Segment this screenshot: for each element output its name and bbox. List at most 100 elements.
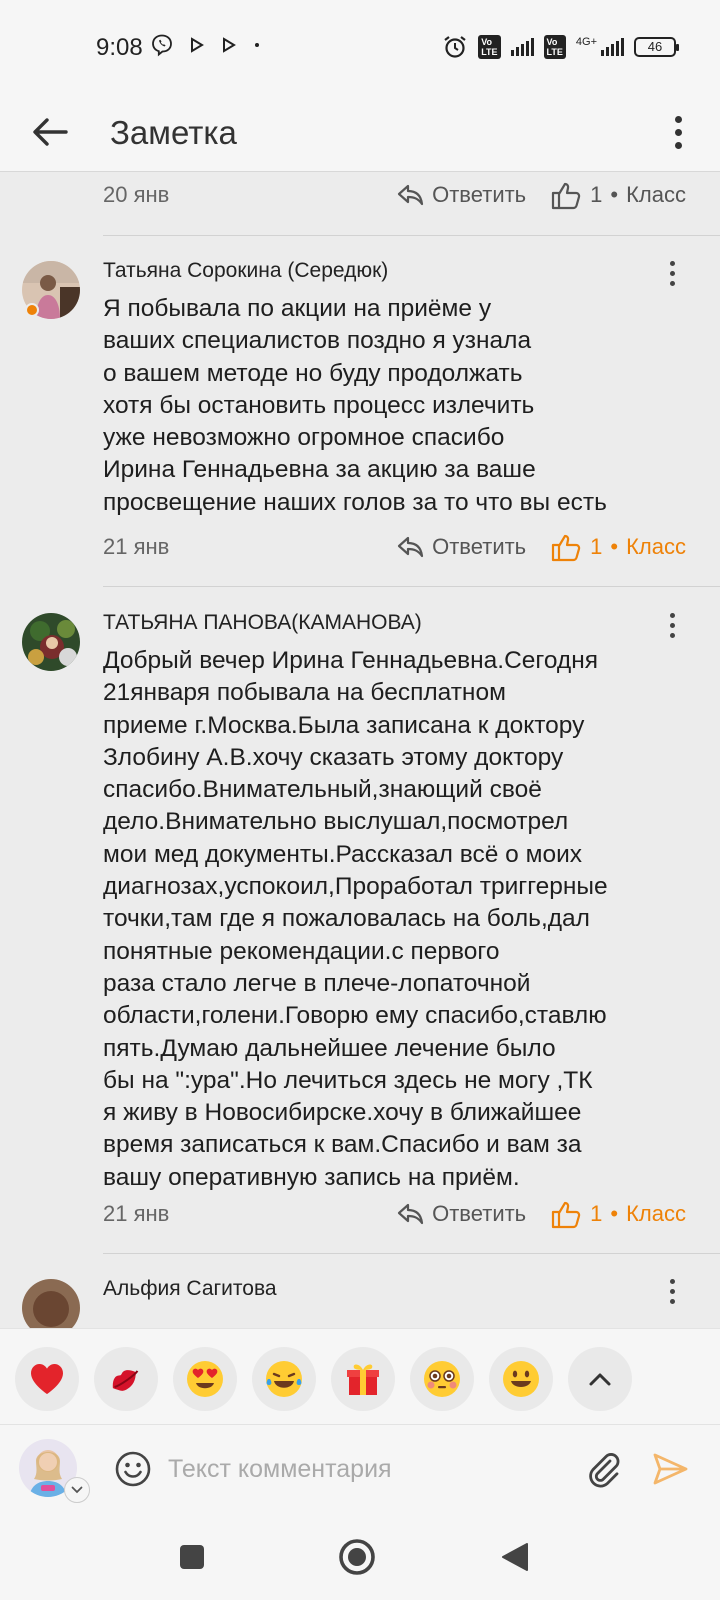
triangle-back-icon: [502, 1543, 528, 1571]
smiley-icon: [115, 1451, 151, 1487]
reaction-laugh-button[interactable]: [252, 1347, 316, 1411]
page-title: Заметка: [110, 114, 237, 151]
heart-icon: [31, 1364, 63, 1394]
reactions-bar: [0, 1328, 720, 1424]
klass-label: Класс: [626, 182, 686, 207]
comment-footer: 20 янв Ответить 1 • Класс: [103, 175, 686, 215]
reply-icon: [398, 184, 424, 206]
klass-count: 1: [590, 1201, 603, 1226]
comment-date: 21 янв: [103, 534, 170, 559]
comment-menu-button[interactable]: [662, 607, 682, 643]
reaction-heart-eyes-button[interactable]: [173, 1347, 237, 1411]
status-time: 9:08: [96, 34, 143, 61]
flushed-emoji-icon: [424, 1361, 460, 1397]
reaction-heart-button[interactable]: [15, 1347, 79, 1411]
status-bar: 9:08 Vo LTE Vo LTE 4G+ 46: [0, 0, 720, 92]
comment-date: 20 янв: [103, 182, 170, 207]
reply-label: Ответить: [432, 182, 527, 207]
send-button[interactable]: [650, 1449, 690, 1489]
viber-icon: [152, 34, 172, 57]
comment-text: Добрый вечер Ирина Геннадьевна.Сегодня 2…: [103, 647, 608, 1191]
network-type: 4G+: [575, 36, 597, 48]
send-icon: [653, 1453, 688, 1485]
battery-icon: 46: [634, 37, 679, 57]
klass-button[interactable]: 1 • Класс: [550, 532, 686, 562]
comment-author[interactable]: Татьяна Сорокина (Середюк): [103, 259, 388, 283]
back-button[interactable]: [24, 106, 76, 158]
comment-date: 21 янв: [103, 1201, 170, 1226]
thumbs-up-icon: [552, 534, 581, 562]
dot-icon: [255, 43, 259, 47]
klass-label: Класс: [626, 534, 686, 559]
smile-emoji-icon: [503, 1361, 539, 1397]
reaction-smile-button[interactable]: [489, 1347, 553, 1411]
paperclip-icon: [589, 1453, 620, 1488]
play-icon: [191, 37, 204, 53]
square-icon: [180, 1545, 204, 1569]
reply-label: Ответить: [432, 1201, 527, 1226]
avatar-image: [22, 1279, 80, 1328]
app-bar: Заметка: [0, 92, 720, 172]
avatar[interactable]: [22, 1279, 80, 1328]
more-vertical-icon: [669, 1278, 675, 1284]
heart-eyes-emoji-icon: [187, 1361, 223, 1397]
system-nav-bar: [0, 1514, 720, 1600]
divider: [103, 1253, 720, 1254]
chevron-down-icon: [71, 1486, 83, 1494]
alarm-icon: [444, 36, 466, 58]
comment-footer: 21 янв Ответить 1 • Класс: [103, 527, 686, 567]
avatar-image: [22, 613, 80, 671]
more-vertical-icon: [669, 260, 675, 266]
reactions-expand-button[interactable]: [568, 1347, 632, 1411]
signal-icon: [510, 38, 534, 56]
thumbs-up-icon: [552, 1201, 581, 1229]
comment-footer: 21 янв Ответить 1 • Класс: [103, 1194, 686, 1234]
attach-button[interactable]: [584, 1449, 624, 1489]
divider: [103, 235, 720, 236]
comment-menu-button[interactable]: [662, 255, 682, 291]
reaction-gift-button[interactable]: [331, 1347, 395, 1411]
avatar[interactable]: [22, 613, 80, 671]
online-indicator: [25, 303, 39, 317]
more-vertical-icon: [674, 115, 682, 123]
reaction-lips-button[interactable]: [94, 1347, 158, 1411]
klass-count: 1: [590, 182, 603, 207]
signal-icon: [601, 38, 624, 56]
circle-icon: [339, 1539, 375, 1575]
divider: [103, 586, 720, 587]
klass-count: 1: [590, 534, 603, 559]
recents-button[interactable]: [169, 1534, 215, 1580]
gift-icon: [347, 1364, 379, 1395]
system-icons: Vo LTE Vo LTE 4G+ 46: [442, 34, 679, 60]
reply-button[interactable]: Ответить: [396, 182, 526, 208]
chevron-up-icon: [589, 1373, 611, 1386]
notification-icons: [150, 33, 262, 57]
volte-icon: Vo LTE: [478, 35, 501, 59]
klass-button[interactable]: 1 • Класс: [550, 180, 686, 210]
volte-icon: Vo LTE: [543, 35, 566, 59]
account-switch-button[interactable]: [64, 1477, 90, 1503]
play-icon: [223, 37, 236, 53]
back-nav-button[interactable]: [492, 1534, 538, 1580]
lips-icon: [112, 1370, 139, 1391]
comments-feed[interactable]: 20 янв Ответить 1 • Класс Татьяна Сороки…: [0, 173, 720, 1328]
more-menu-button[interactable]: [666, 106, 690, 158]
home-button[interactable]: [334, 1534, 380, 1580]
tears-of-joy-emoji-icon: [266, 1361, 302, 1397]
comment-input[interactable]: [168, 1443, 558, 1495]
comment-menu-button[interactable]: [662, 1273, 682, 1309]
comment-composer: [0, 1424, 720, 1514]
reaction-flushed-button[interactable]: [410, 1347, 474, 1411]
comment-author[interactable]: Альфия Сагитова: [103, 1277, 277, 1301]
klass-label: Класс: [626, 1201, 686, 1226]
reply-button[interactable]: Ответить: [396, 1201, 526, 1227]
arrow-left-icon: [33, 118, 68, 146]
more-vertical-icon: [669, 612, 675, 618]
emoji-picker-button[interactable]: [114, 1450, 152, 1488]
comment-author[interactable]: ТАТЬЯНА ПАНОВА(КАМАНОВА): [103, 611, 422, 635]
comment-text: Я побывала по акции на приёме у ваших сп…: [103, 295, 607, 516]
reply-button[interactable]: Ответить: [396, 534, 526, 560]
klass-button[interactable]: 1 • Класс: [550, 1199, 686, 1229]
reply-icon: [398, 536, 424, 558]
reply-label: Ответить: [432, 534, 527, 559]
